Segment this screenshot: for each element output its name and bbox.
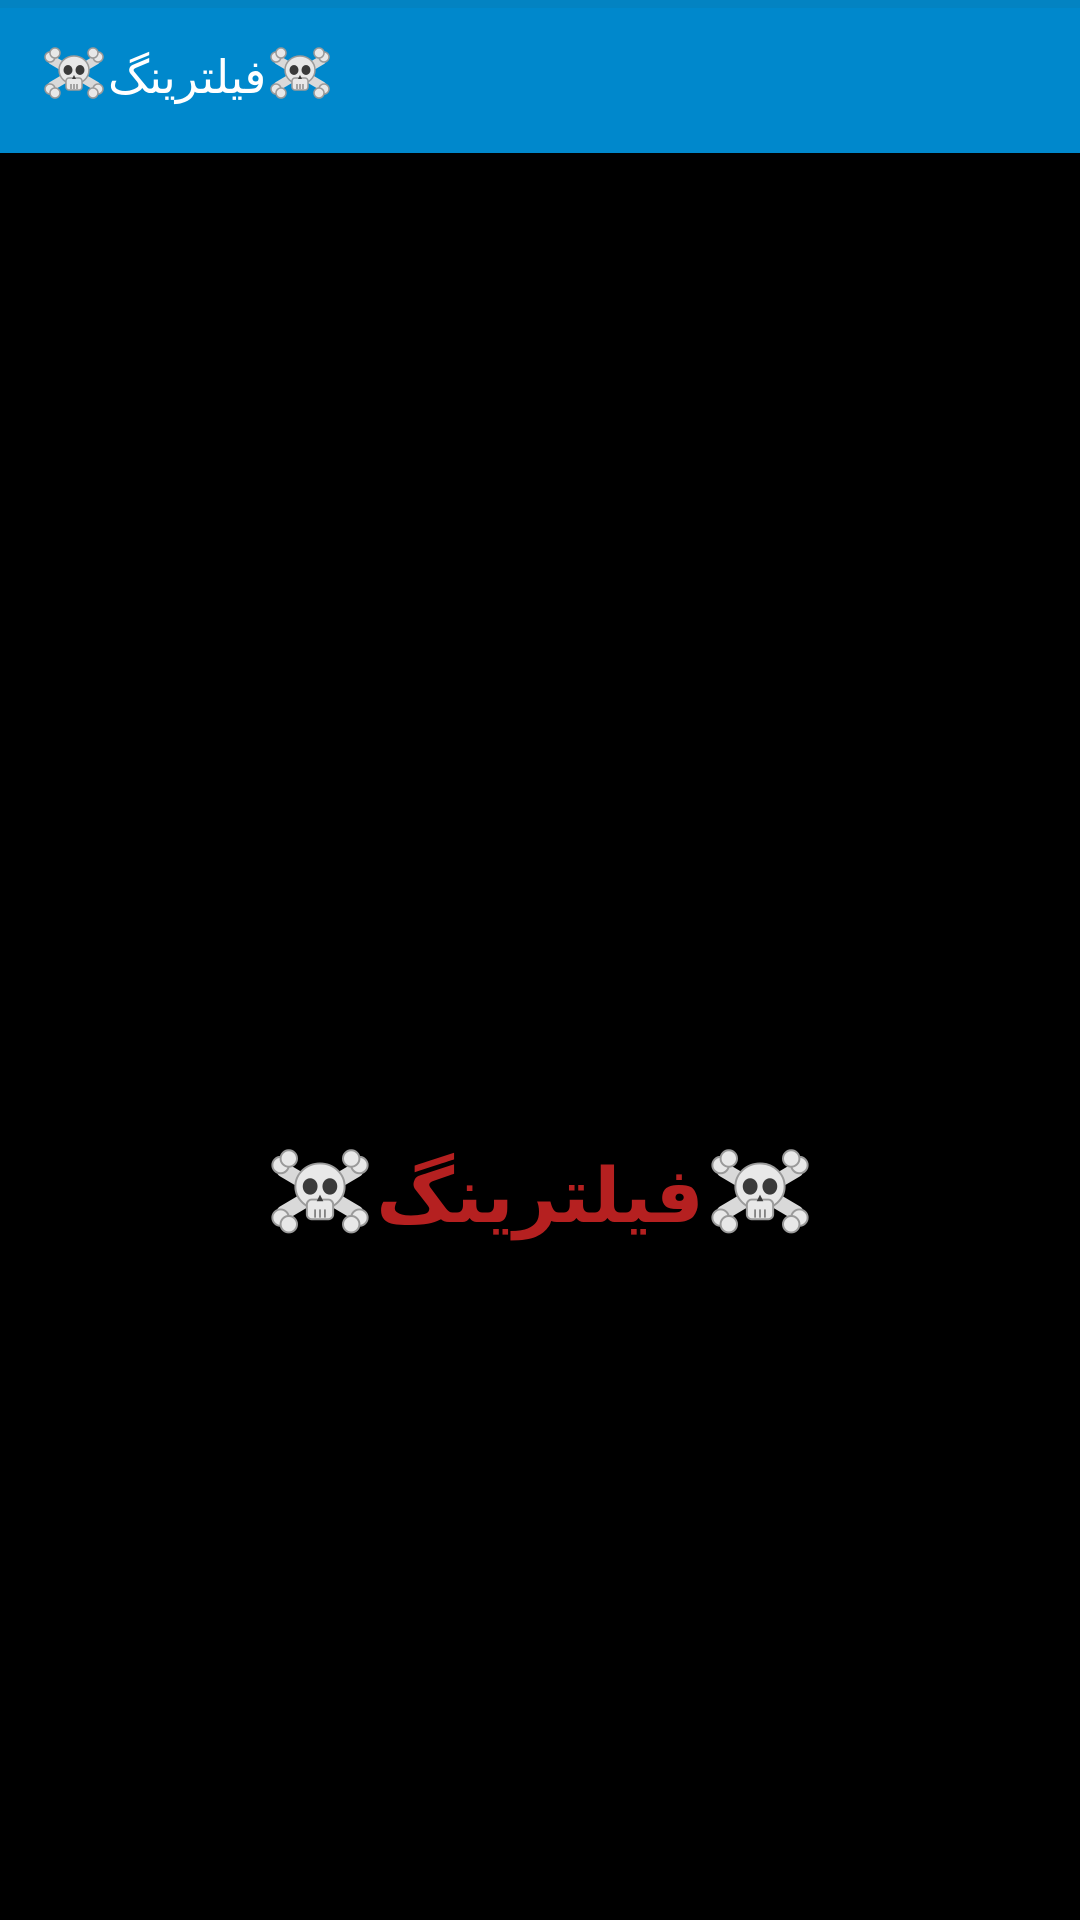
app-screen: فیلترینگ فیلترینگ [0, 0, 1080, 1920]
skull-crossbones-icon [44, 46, 104, 107]
app-bar-title: فیلترینگ [44, 0, 330, 153]
skull-crossbones-icon [710, 1147, 810, 1244]
app-title-text: فیلترینگ [108, 49, 267, 104]
app-bar: فیلترینگ [0, 0, 1080, 153]
skull-crossbones-icon [270, 46, 330, 107]
main-content [0, 153, 1080, 1920]
banner-text: فیلترینگ [376, 1150, 704, 1240]
center-banner: فیلترینگ [0, 1145, 1080, 1245]
skull-crossbones-icon [270, 1147, 370, 1244]
